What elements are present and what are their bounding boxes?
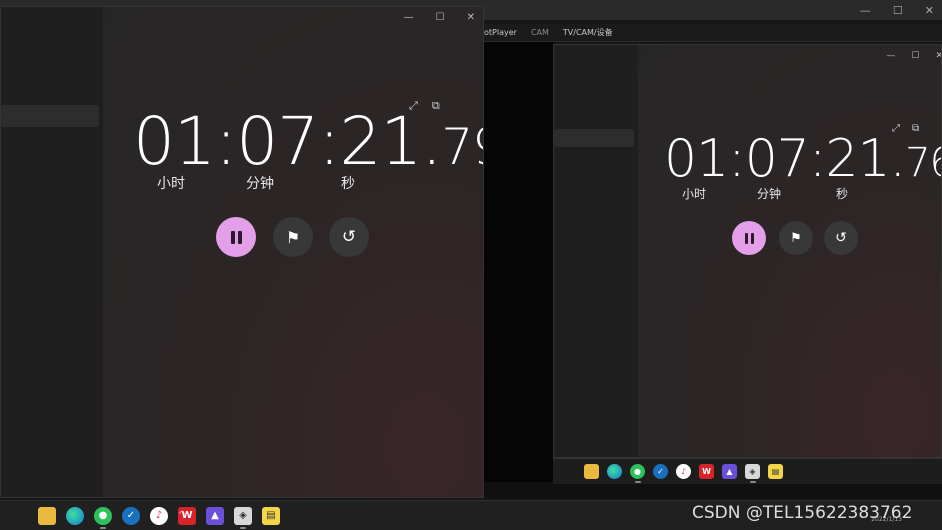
player-toolbar: otPlayer CAM TV/CAM/设备 — [484, 24, 942, 42]
minimize-button[interactable]: — — [404, 12, 414, 23]
window-controls: — ☐ ✕ — [404, 7, 475, 27]
photos-icon[interactable]: ▲ — [722, 464, 737, 479]
reset-icon: ↺ — [835, 230, 847, 246]
player-tab-cam[interactable]: CAM — [531, 28, 549, 37]
close-button[interactable]: ✕ — [935, 51, 941, 61]
clock-app-icon[interactable]: ◈ — [745, 464, 760, 483]
elapsed-time: 01:07:21.79 — [133, 103, 483, 180]
player-app-label[interactable]: otPlayer — [484, 28, 517, 37]
note-glyph: ▤ — [771, 467, 780, 476]
wps-office-icon[interactable]: W — [699, 464, 714, 479]
blue-app-icon[interactable]: ✓ — [653, 464, 668, 479]
minimize-button[interactable]: — — [860, 4, 871, 17]
player-tab-device[interactable]: TV/CAM/设备 — [563, 27, 613, 38]
lap-button[interactable]: ⚑ — [273, 217, 313, 257]
maximize-button[interactable]: ☐ — [436, 12, 445, 23]
blue-app-glyph: ✓ — [126, 510, 136, 521]
music-app-icon[interactable]: ♪ — [676, 464, 691, 479]
wechat-icon[interactable]: ● — [630, 464, 645, 483]
nav-sidebar — [554, 45, 638, 457]
file-explorer-icon[interactable] — [584, 464, 599, 479]
windows-start-icon[interactable] — [10, 507, 28, 525]
show-hidden-icons-icon[interactable]: ^ — [178, 510, 186, 521]
nav-selected-item[interactable] — [554, 129, 634, 147]
minimize-button[interactable]: — — [886, 51, 895, 61]
elapsed-time: 01:07:21.76 — [664, 129, 941, 189]
minutes-label: 分钟 — [757, 187, 782, 201]
elapsed-time-fraction: 76 — [905, 140, 941, 186]
close-button[interactable]: ✕ — [925, 4, 934, 17]
close-button[interactable]: ✕ — [467, 12, 475, 23]
reset-icon: ↺ — [341, 227, 357, 247]
wechat-glyph: ● — [98, 510, 108, 521]
player-video-area — [484, 42, 554, 488]
maximize-button[interactable]: ☐ — [893, 4, 903, 17]
music-glyph: ♪ — [155, 510, 163, 521]
stopwatch-window-left: — ☐ ✕ ⤢ ⧉ 01:07:21.79 小时 分钟 秒 ⚑ ↺ — [0, 6, 484, 498]
wps-glyph: W — [702, 467, 711, 476]
reset-button[interactable]: ↺ — [329, 217, 369, 257]
remote-taskbar: ● ✓ ♪ W ▲ ◈ ▤ — [553, 458, 942, 484]
pause-icon — [230, 230, 242, 244]
pause-icon — [744, 232, 754, 244]
stopwatch-window-right: — ☐ ✕ ⤢ ⧉ 01:07:21.76 小时 分钟 秒 ⚑ ↺ — [553, 44, 942, 458]
pause-button[interactable] — [216, 217, 256, 257]
nav-selected-item[interactable] — [1, 105, 99, 127]
music-app-icon[interactable]: ♪ — [150, 506, 168, 525]
nav-sidebar — [1, 7, 103, 497]
elapsed-time-main: 01:07:21. — [664, 129, 906, 189]
edge-browser-icon[interactable] — [66, 506, 84, 525]
window-controls: — ☐ ✕ — [886, 45, 941, 67]
hours-label: 小时 — [682, 187, 707, 201]
pause-button[interactable] — [732, 221, 766, 255]
file-explorer-icon[interactable] — [38, 506, 56, 525]
windows-start-icon[interactable] — [561, 464, 576, 479]
edge-browser-icon[interactable] — [607, 464, 622, 479]
watermark: CSDN @TEL15622383762 — [692, 503, 913, 523]
flag-icon: ⚑ — [790, 230, 802, 246]
elapsed-time-fraction: 79 — [441, 118, 483, 176]
flag-icon: ⚑ — [285, 227, 301, 247]
maximize-button[interactable]: ☐ — [911, 51, 919, 61]
hours-label: 小时 — [157, 176, 185, 192]
wechat-glyph: ● — [634, 467, 641, 476]
blue-app-icon[interactable]: ✓ — [122, 506, 140, 525]
seconds-label: 秒 — [341, 176, 355, 192]
lap-button[interactable]: ⚑ — [779, 221, 813, 255]
elapsed-time-main: 01:07:21. — [133, 103, 442, 180]
player-bottom-bar — [484, 482, 942, 498]
seconds-label: 秒 — [836, 187, 849, 201]
blue-app-glyph: ✓ — [657, 467, 664, 476]
reset-button[interactable]: ↺ — [824, 221, 858, 255]
minutes-label: 分钟 — [246, 176, 274, 192]
photos-glyph: ▲ — [726, 467, 733, 476]
sticky-notes-icon[interactable]: ▤ — [768, 464, 783, 479]
music-glyph: ♪ — [680, 467, 687, 476]
background-window-controls: — ☐ ✕ — [860, 0, 934, 20]
wechat-icon[interactable]: ● — [94, 506, 112, 529]
cube-glyph: ◈ — [749, 467, 756, 476]
